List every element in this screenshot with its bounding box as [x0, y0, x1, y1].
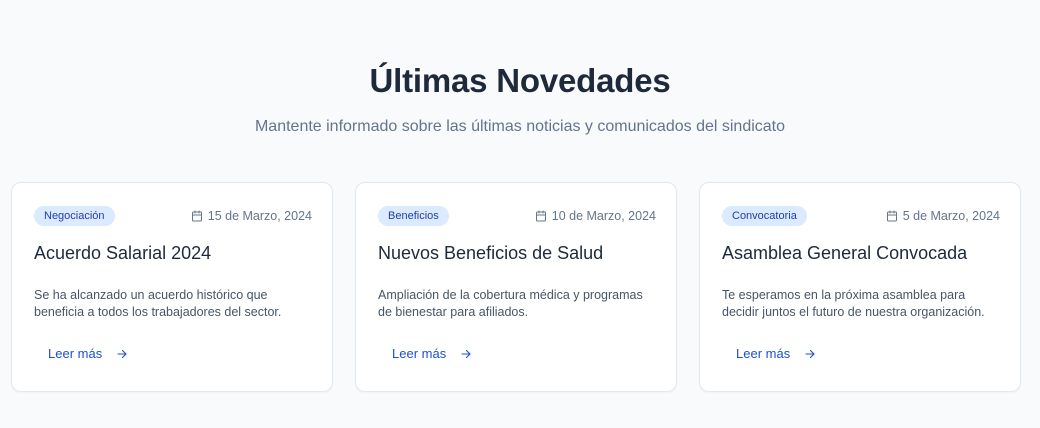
news-card: Negociación 15 de Marzo, 2024 Acuerdo Sa…: [11, 182, 333, 392]
news-date-text: 5 de Marzo, 2024: [902, 209, 1000, 223]
read-more-link[interactable]: Leer más: [392, 346, 472, 361]
news-cards: Negociación 15 de Marzo, 2024 Acuerdo Sa…: [11, 182, 1021, 392]
calendar-icon: [191, 210, 202, 222]
category-badge: Convocatoria: [722, 206, 807, 226]
news-date: 5 de Marzo, 2024: [886, 209, 1000, 223]
calendar-icon: [535, 210, 546, 222]
news-card: Beneficios 10 de Marzo, 2024 Nuevos Bene…: [355, 182, 677, 392]
news-card: Convocatoria 5 de Marzo, 2024 Asamblea G…: [699, 182, 1021, 392]
news-description: Ampliación de la cobertura médica y prog…: [378, 288, 643, 319]
read-more-link[interactable]: Leer más: [48, 346, 128, 361]
news-title: Asamblea General Convocada: [722, 243, 968, 263]
news-description: Te esperamos en la próxima asamblea para…: [722, 288, 985, 319]
news-description: Se ha alcanzado un acuerdo histórico que…: [34, 288, 282, 319]
arrow-right-icon: [805, 349, 815, 358]
news-date: 10 de Marzo, 2024: [535, 209, 656, 223]
read-more-label: Leer más: [392, 346, 447, 361]
read-more-label: Leer más: [736, 346, 791, 361]
read-more-link[interactable]: Leer más: [736, 346, 816, 361]
section-title: Últimas Novedades: [369, 62, 671, 99]
news-section: Últimas Novedades Mantente informado sob…: [0, 0, 1040, 428]
news-date-text: 10 de Marzo, 2024: [551, 209, 656, 223]
read-more-label: Leer más: [48, 346, 103, 361]
news-date: 15 de Marzo, 2024: [191, 209, 312, 223]
news-date-text: 15 de Marzo, 2024: [207, 209, 312, 223]
calendar-icon: [886, 210, 897, 222]
news-title: Nuevos Beneficios de Salud: [378, 243, 604, 263]
news-title: Acuerdo Salarial 2024: [34, 243, 212, 263]
category-badge: Negociación: [34, 206, 115, 226]
arrow-right-icon: [461, 349, 471, 358]
section-subtitle: Mantente informado sobre las últimas not…: [254, 118, 786, 135]
arrow-right-icon: [117, 349, 127, 358]
category-badge: Beneficios: [378, 206, 449, 226]
